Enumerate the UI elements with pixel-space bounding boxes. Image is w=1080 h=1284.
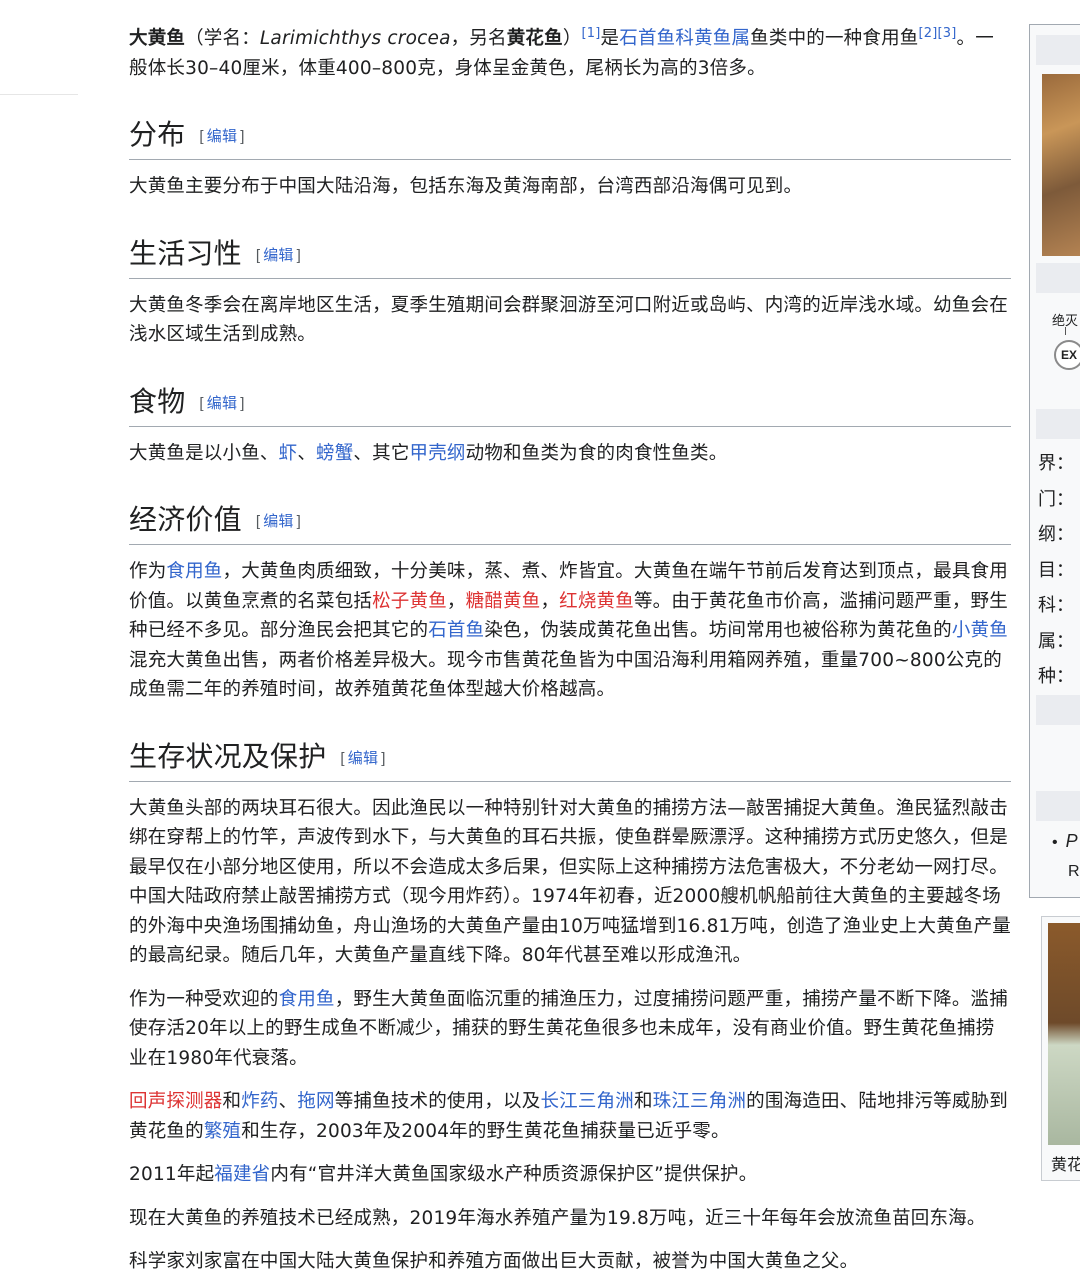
taxobox-photo[interactable]	[1042, 74, 1080, 256]
link-croaker[interactable]: 石首鱼	[428, 620, 484, 641]
redlink-echo-sounder[interactable]: 回声探测器	[129, 1091, 223, 1112]
section-heading-food: 食物[编辑]	[129, 384, 1011, 427]
link-yangtze-delta[interactable]: 长江三角洲	[540, 1091, 634, 1112]
edit-link[interactable]: 编辑	[207, 395, 237, 412]
link-fujian[interactable]: 福建省	[214, 1164, 270, 1185]
rank-family: 科：	[1038, 595, 1074, 616]
conservation-paragraph-5: 现在大黄鱼的养殖技术已经成熟，2019年海水养殖产量为19.8万吨，近三十年每年…	[129, 1207, 986, 1229]
article-body: 大黄鱼（学名：Larimichthys crocea，另名黄花鱼）[1]是石首鱼…	[129, 24, 1011, 1284]
synonym-author: R	[1068, 863, 1080, 880]
link-shrimp[interactable]: 虾	[279, 443, 298, 464]
link-small-yellow-croaker[interactable]: 小黄鱼	[952, 620, 1008, 641]
sidebar-divider	[0, 94, 78, 95]
conservation-paragraph-2: 作为一种受欢迎的食用鱼，野生大黄鱼面临沉重的捕渔压力，过度捕捞问题严重，捕捞产量…	[129, 988, 1008, 1069]
conservation-paragraph-6: 科学家刘家富在中国大陆大黄鱼保护和养殖方面做出巨大贡献，被誉为中国大黄鱼之父。	[129, 1251, 859, 1272]
thumbnail-caption: 黄花	[1051, 1155, 1080, 1174]
link-genus[interactable]: 黄鱼属	[694, 28, 750, 49]
intro-paragraph: 大黄鱼（学名：Larimichthys crocea，另名黄花鱼）[1]是石首鱼…	[129, 25, 994, 79]
fish-thumbnail: 黄花	[1041, 916, 1080, 1181]
edit-section-economy: [编辑]	[255, 513, 301, 530]
reference-1[interactable]: [1]	[582, 26, 601, 41]
edit-link[interactable]: 编辑	[263, 247, 293, 264]
status-ex-badge[interactable]: EX	[1054, 340, 1080, 370]
link-crustacea[interactable]: 甲壳纲	[410, 443, 466, 464]
edit-section-conservation: [编辑]	[340, 749, 386, 767]
taxobox-classification-band	[1036, 409, 1080, 439]
taxobox: 绝灭 EX 界： 门： 纲： 目： 科： 属： 种： • P R	[1029, 24, 1080, 898]
rank-class: 纲：	[1038, 524, 1074, 545]
rank-order: 目：	[1038, 560, 1074, 581]
taxobox-title-band	[1036, 35, 1080, 65]
redlink-sweet-sour-fish[interactable]: 糖醋黄鱼	[466, 591, 541, 612]
section-heading-distribution: 分布[编辑]	[129, 117, 1011, 160]
taxobox-status-band	[1036, 263, 1080, 293]
rank-species: 种：	[1038, 666, 1074, 687]
section-heading-habits: 生活习性[编辑]	[129, 236, 1011, 279]
conservation-paragraph-4: 2011年起福建省内有“官井洋大黄鱼国家级水产种质资源保护区”提供保护。	[129, 1164, 758, 1185]
edit-link[interactable]: 编辑	[263, 513, 293, 530]
redlink-braised-fish[interactable]: 红烧黄鱼	[559, 591, 634, 612]
taxobox-binomial-band	[1036, 695, 1080, 725]
section-heading-economy: 经济价值[编辑]	[129, 502, 1011, 545]
reference-3[interactable]: [3]	[938, 26, 957, 41]
link-food-fish[interactable]: 食用鱼	[166, 561, 222, 582]
article-subject: 大黄鱼	[129, 28, 186, 49]
link-food-fish-2[interactable]: 食用鱼	[279, 989, 335, 1010]
taxobox-synonyms-band	[1036, 791, 1080, 821]
conservation-paragraph-3: 回声探测器和炸药、拖网等捕鱼技术的使用，以及长江三角洲和珠江三角洲的围海造田、陆…	[129, 1091, 1008, 1142]
scientific-name: Larimichthys crocea	[259, 28, 451, 49]
distribution-paragraph: 大黄鱼主要分布于中国大陆沿海，包括东海及黄海南部，台湾西部沿海偶可见到。	[129, 176, 803, 197]
link-family[interactable]: 石首鱼科	[619, 28, 694, 49]
synonym-list-item: • P	[1052, 831, 1078, 851]
edit-section-habits: [编辑]	[255, 246, 301, 264]
fish-photo[interactable]	[1048, 923, 1080, 1145]
rank-genus: 属：	[1038, 631, 1074, 652]
habits-paragraph: 大黄鱼冬季会在离岸地区生活，夏季生殖期间会群聚洄游至河口附近或岛屿、内湾的近岸浅…	[129, 294, 1008, 346]
link-crab[interactable]: 螃蟹	[316, 443, 353, 464]
rank-phylum: 门：	[1038, 489, 1074, 510]
link-explosives[interactable]: 炸药	[241, 1091, 278, 1112]
reference-2[interactable]: [2]	[918, 26, 937, 41]
alias-name: 黄花鱼	[506, 28, 563, 49]
edit-link[interactable]: 编辑	[207, 128, 237, 145]
conservation-paragraph-1: 大黄鱼头部的两块耳石很大。因此渔民以一种特别针对大黄鱼的捕捞方法—敲罟捕捉大黄鱼…	[129, 797, 1012, 967]
status-tick	[1065, 327, 1066, 335]
link-trawl[interactable]: 拖网	[297, 1091, 334, 1112]
food-paragraph: 大黄鱼是以小鱼、虾、螃蟹、其它甲壳纲动物和鱼类为食的肉食性鱼类。	[129, 442, 728, 464]
redlink-pine-nut-fish[interactable]: 松子黄鱼	[372, 591, 447, 612]
edit-section-food: [编辑]	[199, 394, 245, 412]
edit-section-distribution: [编辑]	[199, 128, 245, 145]
section-heading-conservation: 生存状况及保护[编辑]	[129, 739, 1011, 782]
link-reproduction[interactable]: 繁殖	[204, 1121, 241, 1142]
edit-link[interactable]: 编辑	[348, 750, 378, 767]
link-pearl-delta[interactable]: 珠江三角洲	[653, 1091, 747, 1112]
economy-paragraph: 作为食用鱼，大黄鱼肉质细致，十分美味，蒸、煮、炸皆宜。大黄鱼在端午节前后发育达到…	[129, 561, 1008, 700]
rank-kingdom: 界：	[1038, 453, 1074, 474]
